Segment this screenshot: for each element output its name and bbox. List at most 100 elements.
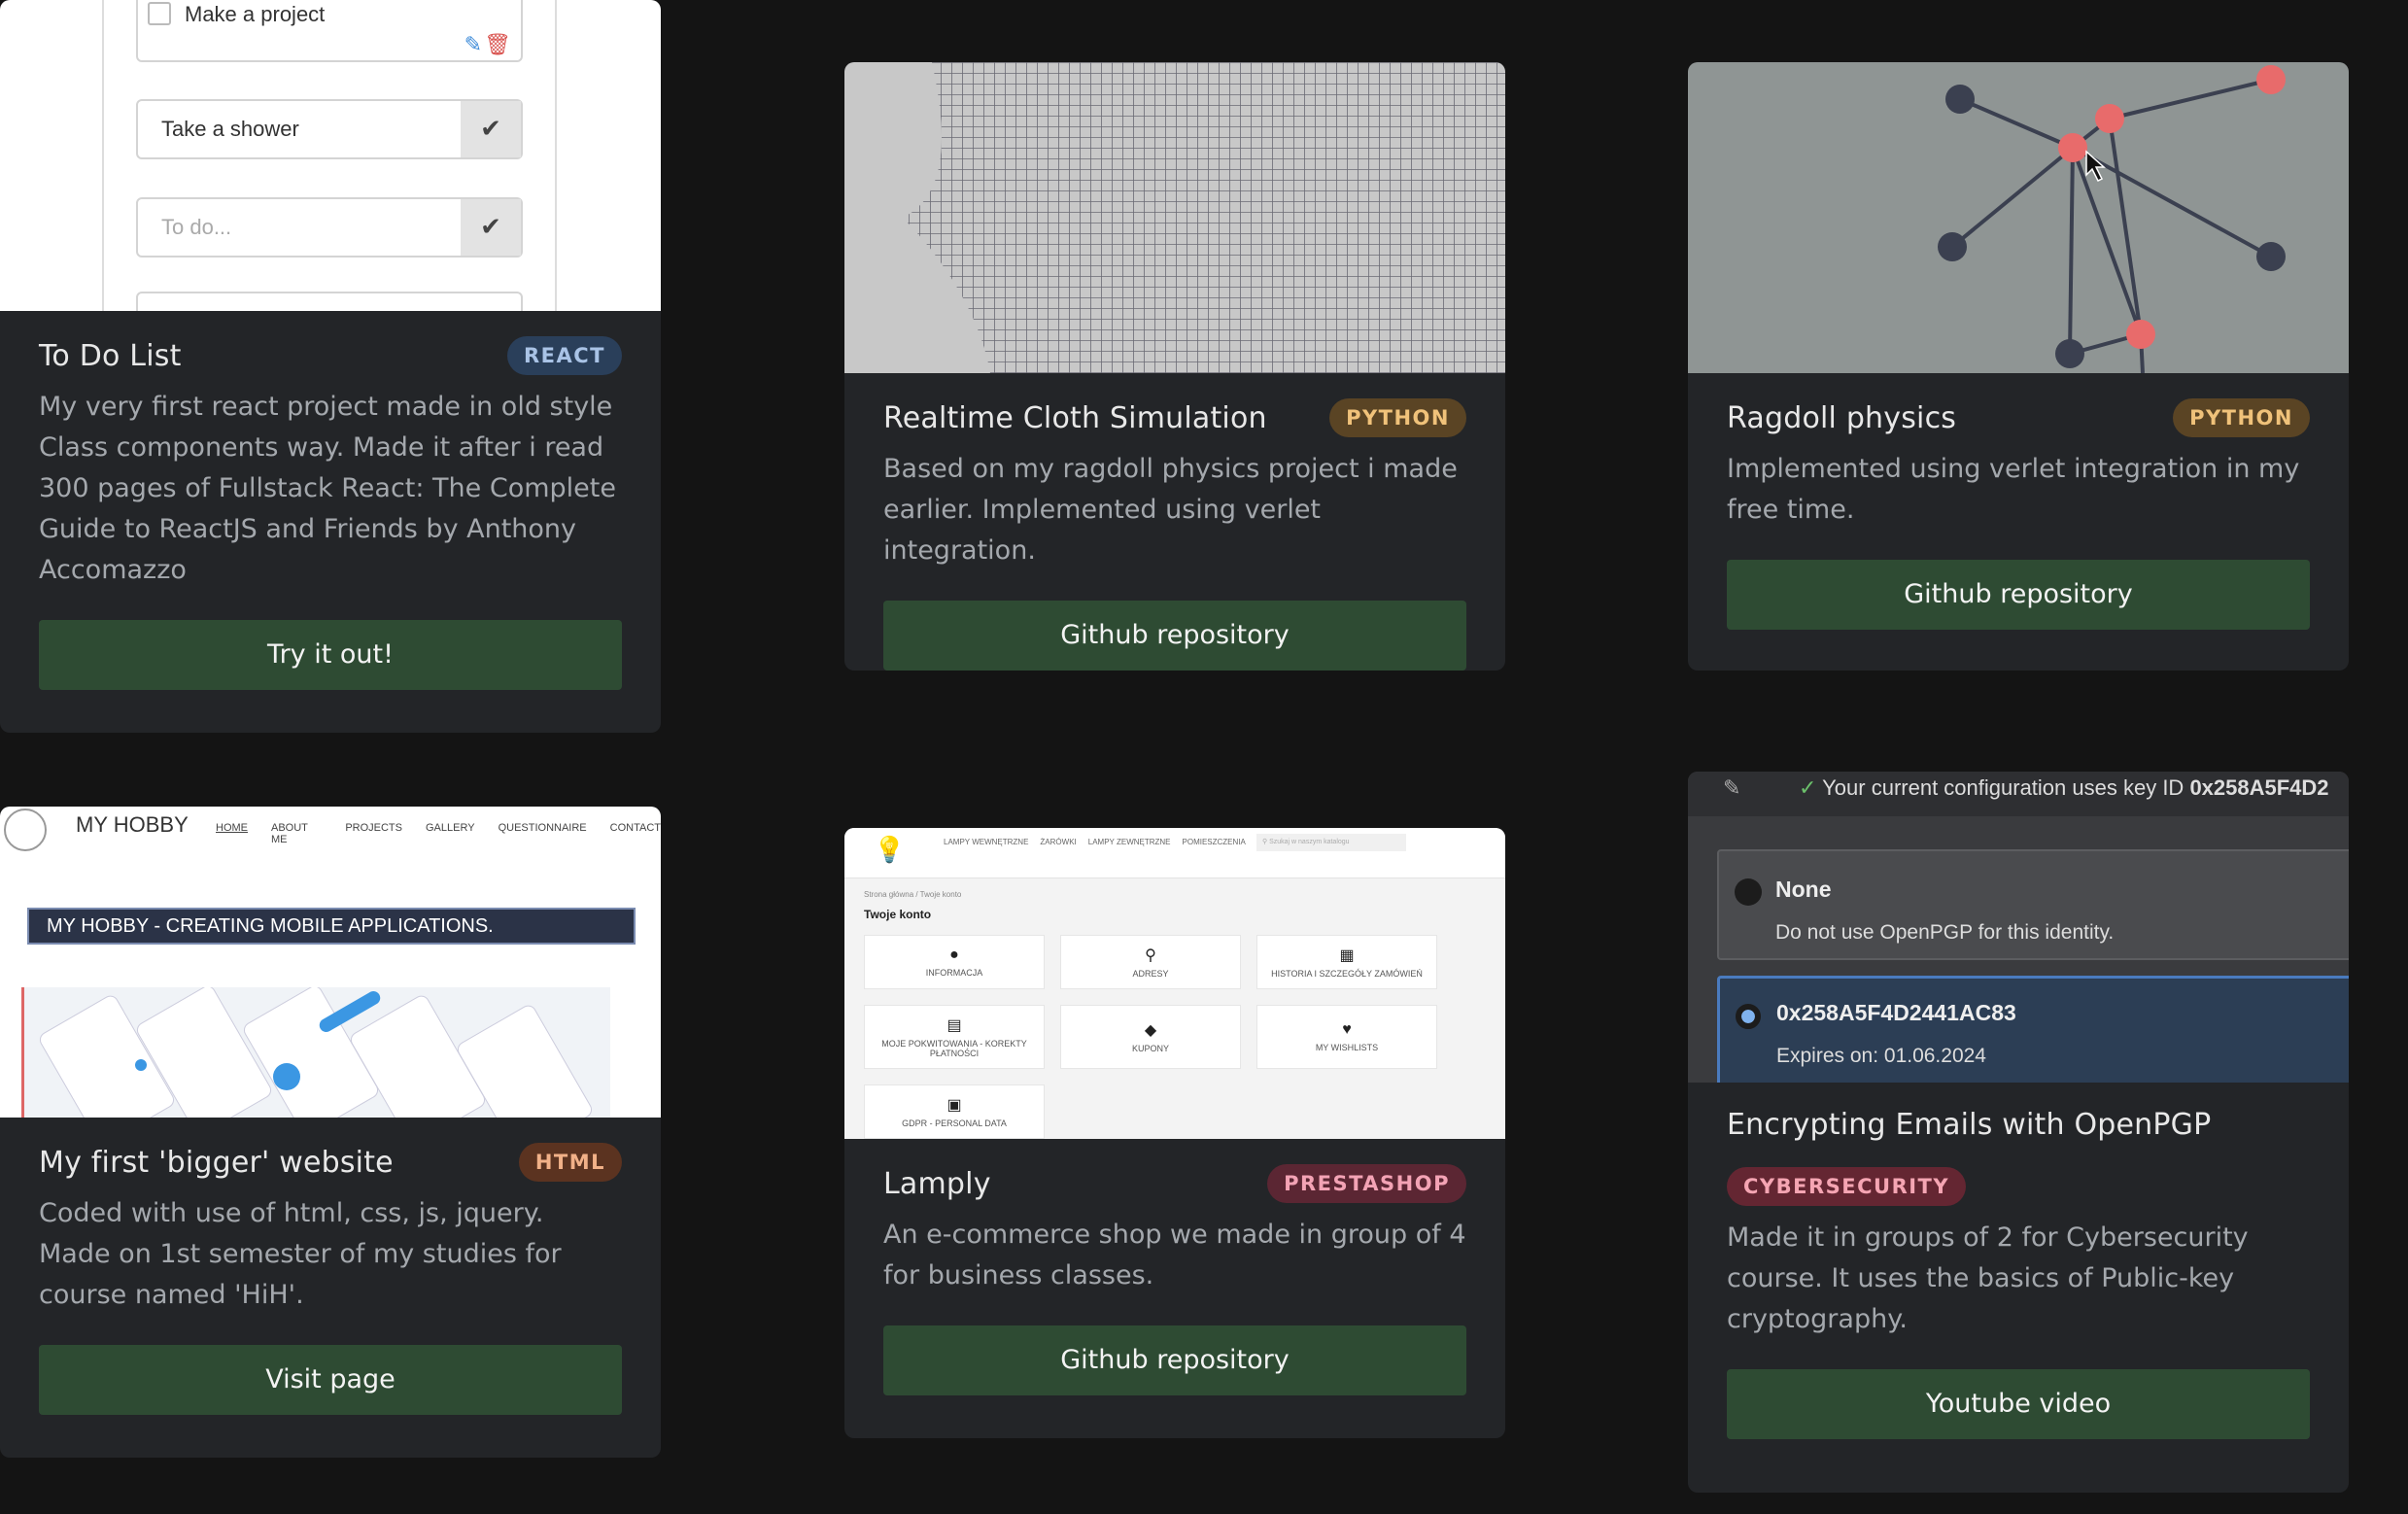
project-card-lamply: 💡 LAMPY WEWNĘTRZNE ŻARÓWKI LAMPY ZEWNĘTR… [844,828,1505,1438]
card-description: Coded with use of html, css, js, jquery.… [39,1198,562,1310]
tile-label: HISTORIA I SZCZEGÓŁY ZAMÓWIEŃ [1271,969,1423,979]
project-card-todo: Make a project ✎ 🗑 Take a shower ✔ To do… [0,0,661,733]
try-it-out-button[interactable]: Try it out! [39,620,622,690]
github-repository-button[interactable]: Github repository [1727,560,2310,630]
check-icon: ✔ [461,101,521,157]
search-placeholder: Szukaj w naszym katalogu [1269,839,1350,845]
project-card-ragdoll: Ragdoll physics PYTHON Implemented using… [1688,62,2349,671]
project-card-hobby: MY HOBBY HOME ABOUT ME PROJECTS GALLERY … [0,807,661,1458]
tag-icon: ◆ [1144,1022,1157,1039]
tech-badge: PYTHON [2173,398,2310,437]
option-desc: Expires on: 01.06.2024 [1776,1045,1986,1067]
tech-badge: REACT [506,336,622,375]
tile-label: INFORMACJA [925,968,983,978]
tile-label: ADRESY [1132,969,1169,979]
todo-item-label: Take a shower [161,117,299,141]
location-icon: ⚲ [1145,947,1156,964]
tile-pokwitowania: ▤ MOJE POKWITOWANIA - KOREKTY PŁATNOŚCI [864,1005,1045,1069]
lamply-screenshot: 💡 LAMPY WEWNĘTRZNE ŻARÓWKI LAMPY ZEWNĘTR… [844,828,1505,1139]
nav-link-about: ABOUT ME [271,822,308,845]
hobby-banner: MY HOBBY - CREATING MOBILE APPLICATIONS. [27,908,636,945]
option-title: 0x258A5F4D2441AC83 [1776,1000,2016,1025]
lamply-nav: LAMPY WEWNĘTRZNE ŻARÓWKI LAMPY ZEWNĘTRZN… [944,838,1246,846]
tech-badge: PYTHON [1329,398,1466,437]
nav-link-contact: CONTACT [609,822,661,834]
tile-kupony: ◆ KUPONY [1060,1005,1241,1069]
user-icon: ● [949,946,959,963]
nav-link: POMIESZCZENIA [1182,838,1246,846]
project-card-cloth: Realtime Cloth Simulation PYTHON Based o… [844,62,1505,671]
hobby-logo-icon [4,809,47,851]
checkmark-icon: ✓ [1799,775,1823,800]
hobby-hero-image [21,987,610,1118]
card-title: Realtime Cloth Simulation [883,400,1267,435]
calendar-icon: ▦ [1339,947,1355,964]
pgp-config-line: ✎ ✓ Your current configuration uses key … [1688,772,2349,816]
lamp-logo-icon: 💡 [874,836,906,865]
trash-icon: 🗑 [484,33,511,57]
option-title: None [1775,877,1832,902]
nav-link-questionnaire: QUESTIONNAIRE [498,822,587,834]
nav-link-gallery: GALLERY [426,822,475,834]
youtube-video-button[interactable]: Youtube video [1727,1369,2310,1439]
hobby-logo: MY HOBBY [76,812,189,837]
todo-item-partial [136,292,523,311]
option-desc: Do not use OpenPGP for this identity. [1775,921,2115,944]
tile-label: GDPR - PERSONAL DATA [902,1118,1007,1128]
nav-link-projects: PROJECTS [345,822,402,834]
nav-link: LAMPY WEWNĘTRZNE [944,838,1029,846]
todo-item-label: Make a project [185,2,326,26]
tech-badge: HTML [518,1143,622,1182]
config-key: 0x258A5F4D2 [2189,775,2329,800]
breadcrumb: Strona główna / Twoje konto [864,890,962,899]
card-description: Based on my ragdoll physics project i ma… [883,454,1458,566]
tile-adresy: ⚲ ADRESY [1060,935,1241,989]
visit-page-button[interactable]: Visit page [39,1345,622,1415]
tile-informacja: ● INFORMACJA [864,935,1045,989]
card-title: Encrypting Emails with OpenPGP [1727,1108,2212,1142]
config-text: Your current configuration uses key ID [1822,775,2190,800]
todo-input: To do... ✔ [136,197,523,258]
hobby-banner-text: MY HOBBY - CREATING MOBILE APPLICATIONS. [47,915,494,937]
card-description: Made it in groups of 2 for Cybersecurity… [1727,1222,2249,1334]
project-card-openpgp: ✎ ✓ Your current configuration uses key … [1688,772,2349,1493]
tile-label: KUPONY [1131,1044,1169,1053]
card-description: An e-commerce shop we made in group of 4… [883,1220,1466,1290]
ragdoll-graph-image [1938,65,2286,373]
github-repository-button[interactable]: Github repository [883,601,1466,671]
tile-historia: ▦ HISTORIA I SZCZEGÓŁY ZAMÓWIEŃ [1256,935,1437,989]
id-card-icon: ▣ [946,1097,962,1114]
document-icon: ▤ [946,1017,962,1034]
cloth-screenshot [844,62,1505,373]
card-title: Ragdoll physics [1727,400,1957,435]
todo-placeholder: To do... [161,215,232,239]
pen-icon: ✎ [1723,775,1741,800]
card-description: Implemented using verlet integration in … [1727,454,2300,525]
hobby-nav: HOME ABOUT ME PROJECTS GALLERY QUESTIONN… [216,822,661,845]
lamply-header: 💡 LAMPY WEWNĘTRZNE ŻARÓWKI LAMPY ZEWNĘTR… [844,828,1505,878]
card-title: My first 'bigger' website [39,1145,394,1180]
tile-wishlists: ♥ MY WISHLISTS [1256,1005,1437,1069]
pgp-option-none: None Do not use OpenPGP for this identit… [1717,849,2349,960]
github-repository-button[interactable]: Github repository [883,1325,1466,1395]
checkbox-icon [148,2,171,25]
todo-item-shower: Take a shower ✔ [136,99,523,159]
radio-unselected-icon [1735,878,1762,906]
tech-badge: CYBERSECURITY [1727,1167,1967,1206]
tile-gdpr: ▣ GDPR - PERSONAL DATA [864,1084,1045,1139]
pgp-option-key: 0x258A5F4D2441AC83 Expires on: 01.06.202… [1717,976,2349,1083]
account-heading: Twoje konto [864,908,932,921]
card-title: To Do List [39,338,182,373]
heart-icon: ♥ [1342,1021,1352,1038]
card-title: Lamply [883,1166,991,1201]
tile-label: MY WISHLISTS [1315,1043,1379,1052]
radio-selected-icon [1736,1004,1761,1029]
tech-badge: PRESTASHOP [1267,1164,1466,1203]
todo-item-make-project: Make a project ✎ 🗑 [136,0,523,62]
search-field: ⚲ Szukaj w naszym katalogu [1256,834,1406,851]
nav-link: LAMPY ZEWNĘTRZNE [1087,838,1171,846]
edit-icon: ✎ [464,33,482,57]
phones-illustration [39,987,593,1118]
openpgp-screenshot: ✎ ✓ Your current configuration uses key … [1688,772,2349,1083]
check-icon: ✔ [461,199,521,256]
